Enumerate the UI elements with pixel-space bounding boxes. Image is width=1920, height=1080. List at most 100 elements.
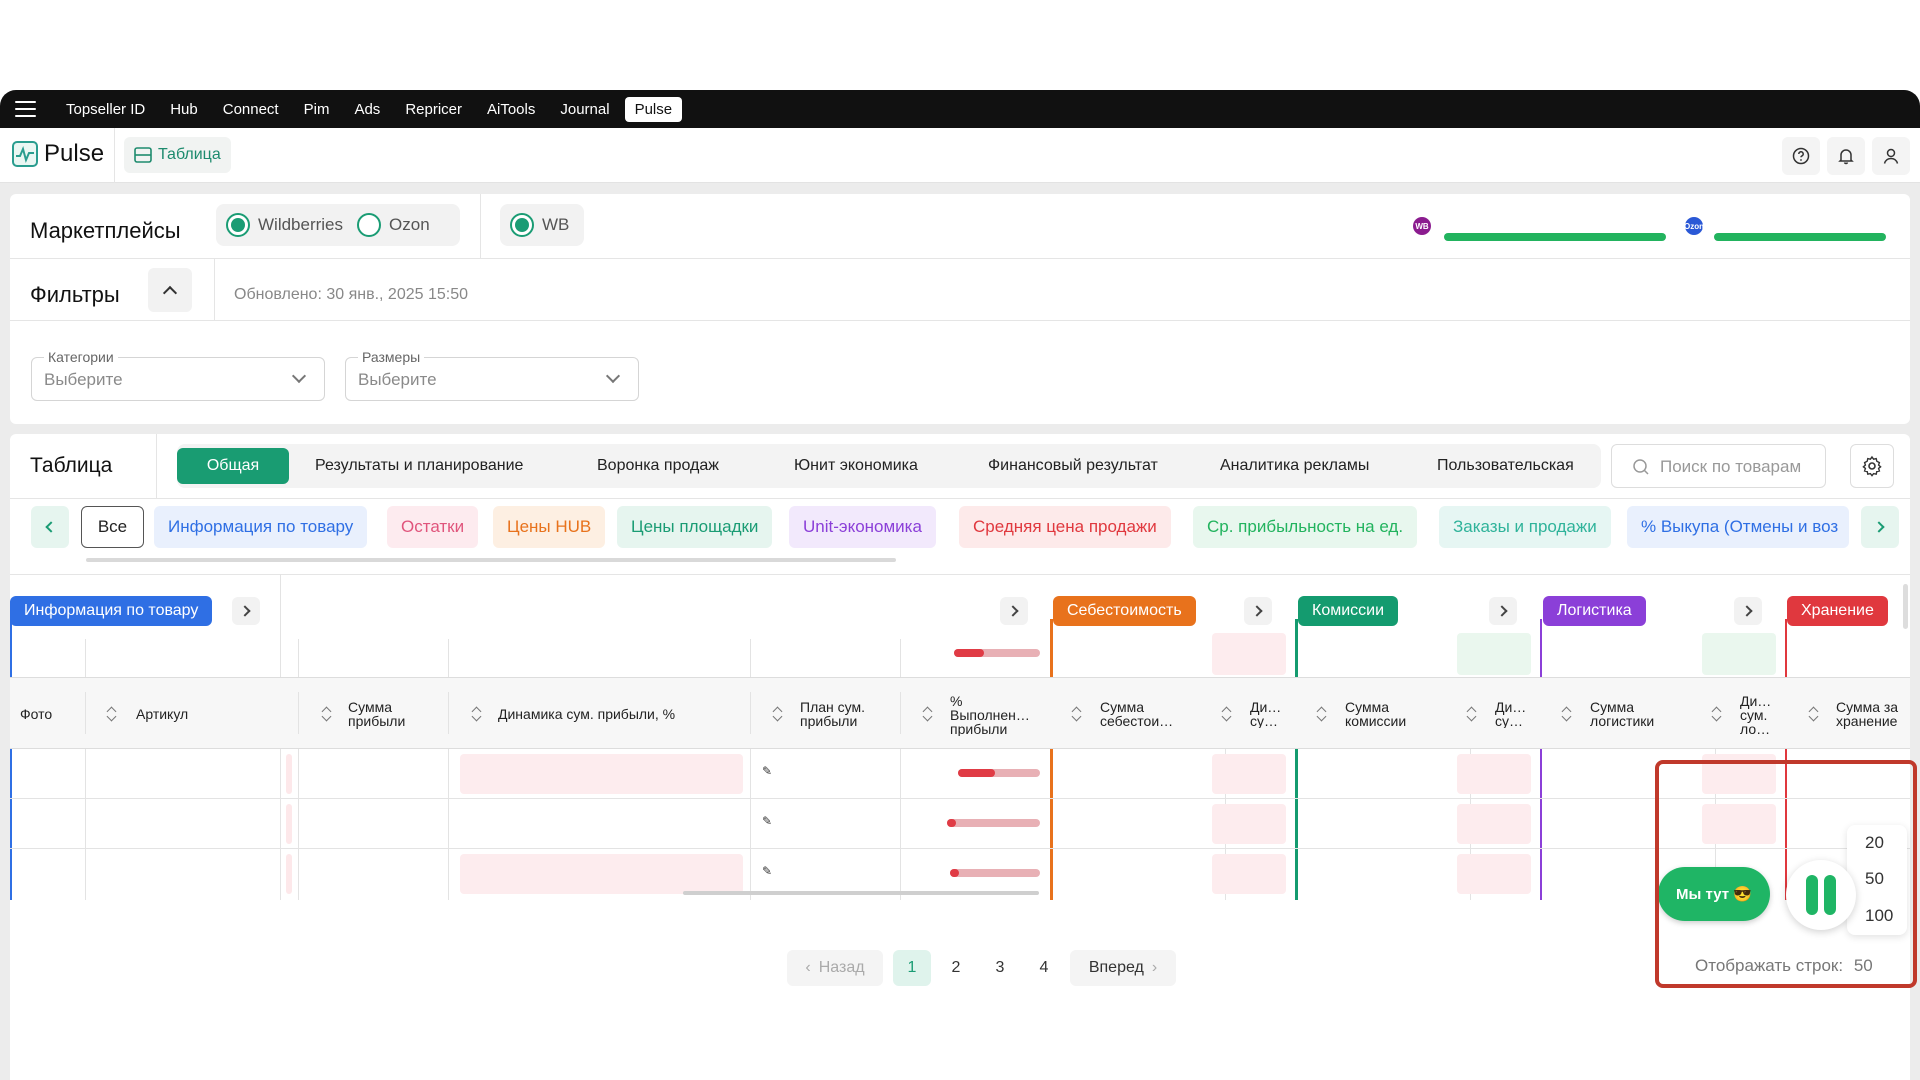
col-profit-plan[interactable]: План сум. прибыли — [800, 700, 880, 728]
radio-ozon-label: Ozon — [389, 215, 430, 234]
notifications-button[interactable] — [1827, 137, 1865, 175]
tab-sales-funnel[interactable]: Воронка продаж — [581, 448, 735, 484]
group-expand-button[interactable] — [1244, 597, 1272, 625]
group-logistics[interactable]: Логистика — [1543, 596, 1646, 626]
chip-product-info[interactable]: Информация по товару — [154, 506, 368, 548]
edit-pencil-icon[interactable]: ✎ — [762, 814, 772, 828]
sort-icon[interactable] — [323, 707, 331, 721]
group-expand-button[interactable] — [232, 597, 260, 625]
menu-icon[interactable] — [15, 101, 36, 117]
nav-repricer[interactable]: Repricer — [395, 97, 472, 122]
col-commission-sum[interactable]: Сумма комиссии — [1345, 700, 1431, 728]
chips-scrollbar[interactable] — [86, 558, 896, 562]
summary-cell — [1212, 633, 1286, 675]
prev-page-button[interactable]: ‹ Назад — [787, 950, 883, 986]
nav-topseller-id[interactable]: Topseller ID — [56, 97, 155, 122]
chips-prev-button[interactable] — [31, 506, 69, 548]
app-logo[interactable]: Pulse — [12, 140, 104, 168]
radio-wildberries[interactable]: Wildberries — [226, 213, 343, 237]
col-profit-dynamics[interactable]: Динамика сум. прибыли, % — [498, 707, 675, 721]
sort-icon[interactable] — [1073, 707, 1081, 721]
chip-buyout-percent[interactable]: % Выкупа (Отмены и воз — [1627, 506, 1849, 548]
group-storage[interactable]: Хранение — [1787, 596, 1888, 626]
categories-select[interactable]: Категории Выберите — [31, 349, 325, 401]
chip-hub-prices[interactable]: Цены HUB — [493, 506, 606, 548]
chip-stock[interactable]: Остатки — [387, 506, 479, 548]
sort-icon[interactable] — [473, 707, 481, 721]
col-cost-sum[interactable]: Сумма себестои… — [1100, 700, 1186, 728]
col-commission-dynamics[interactable]: Ди… су… — [1495, 700, 1533, 728]
radio-checked-icon — [510, 213, 534, 237]
edit-pencil-icon[interactable]: ✎ — [762, 864, 772, 878]
page-4[interactable]: 4 — [1025, 950, 1063, 986]
sort-icon[interactable] — [1468, 707, 1476, 721]
tab-custom[interactable]: Пользовательская — [1421, 448, 1590, 484]
sort-icon[interactable] — [774, 707, 782, 721]
search-icon — [1633, 459, 1649, 475]
tab-financial-result[interactable]: Финансовый результат — [972, 448, 1174, 484]
dynamics-cell — [460, 854, 743, 894]
sort-icon[interactable] — [1318, 707, 1326, 721]
next-page-button[interactable]: Вперед › — [1070, 950, 1176, 986]
divider — [10, 320, 1910, 321]
nav-pim[interactable]: Pim — [294, 97, 340, 122]
table-row[interactable]: ✎ — [10, 749, 1910, 798]
horizontal-scrollbar[interactable] — [683, 891, 1039, 895]
edit-pencil-icon[interactable]: ✎ — [762, 764, 772, 778]
chips-next-button[interactable] — [1861, 506, 1899, 548]
page-1[interactable]: 1 — [893, 950, 931, 986]
chip-marketplace-prices[interactable]: Цены площадки — [617, 506, 773, 548]
col-profit-sum[interactable]: Сумма прибыли — [348, 700, 428, 728]
vertical-scrollbar[interactable] — [1903, 584, 1908, 629]
radio-ozon[interactable]: Ozon — [357, 213, 430, 237]
col-article[interactable]: Артикул — [136, 707, 188, 721]
tab-ads-analytics[interactable]: Аналитика рекламы — [1204, 448, 1385, 484]
sizes-value: Выберите — [358, 370, 437, 389]
table-row[interactable]: ✎ — [10, 799, 1910, 848]
group-cost[interactable]: Себестоимость — [1053, 596, 1196, 626]
group-expand-button[interactable] — [1000, 597, 1028, 625]
chip-orders-sales[interactable]: Заказы и продажи — [1439, 506, 1611, 548]
marketplaces-title: Маркетплейсы — [30, 218, 181, 243]
group-product-info[interactable]: Информация по товару — [10, 596, 213, 626]
tab-general[interactable]: Общая — [177, 448, 289, 484]
sort-icon[interactable] — [1810, 707, 1818, 721]
chip-avg-profitability[interactable]: Ср. прибыльность на ед. — [1193, 506, 1418, 548]
sort-icon[interactable] — [1223, 707, 1231, 721]
nav-pulse[interactable]: Pulse — [624, 96, 683, 122]
chip-avg-sale-price[interactable]: Средняя цена продажи — [959, 506, 1171, 548]
sizes-select[interactable]: Размеры Выберите — [345, 349, 639, 401]
profile-button[interactable] — [1872, 137, 1910, 175]
nav-connect[interactable]: Connect — [213, 97, 289, 122]
sort-icon[interactable] — [108, 707, 116, 721]
chevron-down-icon — [605, 368, 621, 384]
help-button[interactable] — [1782, 137, 1820, 175]
tab-results-planning[interactable]: Результаты и планирование — [299, 448, 539, 484]
group-expand-button[interactable] — [1489, 597, 1517, 625]
chip-all[interactable]: Все — [81, 506, 144, 548]
product-search-input[interactable]: Поиск по товарам — [1611, 444, 1826, 488]
table-view-button[interactable]: Таблица — [124, 137, 231, 173]
nav-aitools[interactable]: AiTools — [477, 97, 545, 122]
radio-wb-account[interactable]: WB — [510, 213, 569, 237]
nav-ads[interactable]: Ads — [344, 97, 390, 122]
col-plan-completion[interactable]: % Выполнен… прибыли — [950, 694, 1040, 736]
collapse-filters-button[interactable] — [148, 268, 192, 312]
col-logistics-dynamics[interactable]: Ди… сум. ло… — [1740, 694, 1778, 736]
group-expand-button[interactable] — [1734, 597, 1762, 625]
sort-icon[interactable] — [924, 707, 932, 721]
col-logistics-sum[interactable]: Сумма логистики — [1590, 700, 1676, 728]
table-settings-button[interactable] — [1850, 444, 1894, 488]
col-storage-sum[interactable]: Сумма за хранение — [1836, 700, 1910, 728]
sort-icon[interactable] — [1713, 707, 1721, 721]
sort-icon[interactable] — [1563, 707, 1571, 721]
group-commissions[interactable]: Комиссии — [1298, 596, 1399, 626]
chip-unit-economics[interactable]: Unit-экономика — [789, 506, 936, 548]
nav-journal[interactable]: Journal — [550, 97, 619, 122]
page-2[interactable]: 2 — [937, 950, 975, 986]
page-3[interactable]: 3 — [981, 950, 1019, 986]
col-cost-dynamics[interactable]: Ди… су… — [1250, 700, 1288, 728]
nav-hub[interactable]: Hub — [160, 97, 208, 122]
divider — [214, 258, 215, 320]
tab-unit-economics[interactable]: Юнит экономика — [778, 448, 934, 484]
